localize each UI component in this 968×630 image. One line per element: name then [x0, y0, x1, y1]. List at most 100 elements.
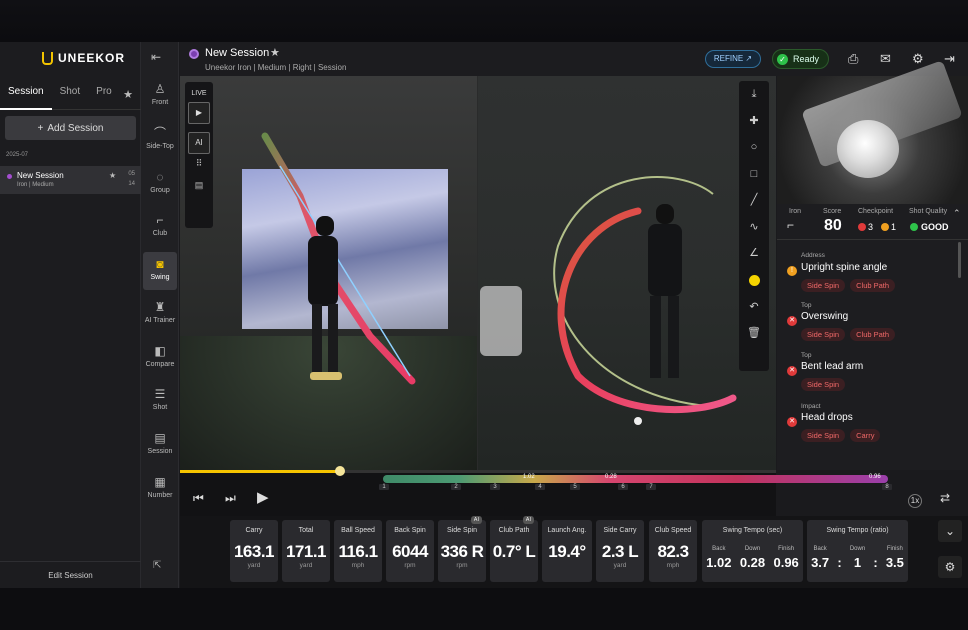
play-icon[interactable]: ▶: [257, 488, 269, 506]
step-forward-icon[interactable]: ⏭: [225, 491, 236, 506]
phase-tick[interactable]: 2: [451, 484, 461, 490]
phase-tick[interactable]: 1: [379, 484, 389, 490]
video-front-view[interactable]: LIVE ▶ AI ⠿ ▤: [180, 76, 477, 470]
phase-tick[interactable]: 4: [535, 484, 545, 490]
swing-phase-bar[interactable]: 1.02 0.28 0.96: [383, 474, 888, 483]
club-impact-view[interactable]: [777, 60, 968, 204]
speed-button[interactable]: 1x: [908, 494, 922, 508]
stat-unit: mph: [666, 562, 680, 569]
analysis-scrollbar[interactable]: [958, 242, 961, 278]
checkpoint-counts: 31: [858, 222, 896, 232]
rectangle-tool-icon[interactable]: □: [739, 161, 769, 188]
drawing-toolbar: ⤓ ✚ ○ □ ╱ ∿ ∠ ↶ 🗑: [739, 81, 769, 371]
shot-quality-value: GOOD: [921, 222, 949, 232]
replay-icon[interactable]: ▶: [188, 102, 210, 124]
ratio-separator: :: [837, 555, 842, 570]
error-icon: ✕: [787, 316, 797, 326]
session-icon: ▤: [154, 431, 166, 445]
nav-side-top[interactable]: ⌒ Side-Top: [141, 126, 179, 150]
refine-button[interactable]: REFINE ↗: [705, 50, 761, 68]
stat-side-carry: Side Carry 2.3 Lyard: [596, 520, 644, 582]
color-picker-icon[interactable]: [748, 274, 760, 286]
external-link-icon[interactable]: ⇱: [153, 560, 161, 571]
feedback-icon[interactable]: ✉: [880, 51, 891, 67]
tag: Side Spin: [801, 328, 846, 341]
add-session-button[interactable]: + Add Session: [5, 116, 136, 140]
left-panel: UNEEKOR Session Shot Pro ★ + Add Session …: [0, 42, 141, 588]
stats-overlay-icon[interactable]: ▤: [188, 180, 210, 198]
stat-value: 116.1: [338, 542, 378, 561]
session-list-item[interactable]: New Session Iron | Medium ★ 05 14: [0, 166, 141, 194]
favorite-star-icon[interactable]: ★: [270, 46, 280, 59]
step-back-icon[interactable]: ⏮: [193, 491, 204, 506]
chevron-up-icon[interactable]: ⌃: [953, 208, 961, 219]
collapse-panel-icon[interactable]: ⇤: [151, 50, 161, 64]
brand-name: UNEEKOR: [58, 51, 126, 65]
tab-shot[interactable]: Shot: [52, 80, 89, 110]
camera-icon: ◙: [156, 257, 164, 271]
ai-overlay-toggle[interactable]: AI: [188, 132, 210, 154]
phase-tick[interactable]: 6: [618, 484, 628, 490]
loop-icon[interactable]: ⇄: [940, 491, 950, 505]
gear-icon[interactable]: ⚙: [912, 51, 924, 67]
left-tabs: Session Shot Pro ★: [0, 80, 141, 110]
footprint-icon[interactable]: ⠿: [188, 158, 210, 176]
angle-tool-icon[interactable]: ∠: [739, 240, 769, 267]
phase-tick[interactable]: 3: [490, 484, 500, 490]
nav-group[interactable]: ◌ Group: [141, 170, 179, 194]
score-value: 80: [824, 217, 842, 234]
download-icon[interactable]: ⤓: [739, 81, 769, 108]
nav-shot[interactable]: ☰ Shot: [141, 387, 179, 411]
star-icon[interactable]: ★: [109, 171, 116, 180]
circle-tool-icon[interactable]: ○: [739, 134, 769, 161]
club-label: Iron: [789, 208, 802, 215]
group-icon: ◌: [156, 170, 164, 184]
stat-unit: yard: [247, 562, 261, 569]
nav-number[interactable]: ▦ Number: [141, 475, 179, 499]
add-marker-icon[interactable]: ✚: [739, 108, 769, 135]
feedback-phase: Address: [801, 252, 825, 259]
stat-label: Back Spin: [394, 527, 426, 534]
nav-side-top-label: Side-Top: [146, 143, 174, 150]
undo-icon[interactable]: ↶: [739, 294, 769, 321]
tempo-label: Down: [744, 546, 761, 552]
stat-unit: rpm: [456, 562, 468, 569]
live-label: LIVE: [191, 90, 207, 97]
phase-tick[interactable]: 7: [646, 484, 656, 490]
tab-session[interactable]: Session: [0, 80, 52, 110]
nav-swing[interactable]: ◙ Swing: [143, 252, 177, 290]
nav-ai-trainer[interactable]: ♜ AI Trainer: [141, 300, 179, 324]
stat-club-speed: Club Speed 82.3 mph: [649, 520, 697, 582]
club-icon: ⌐: [156, 213, 164, 227]
stats-settings-icon[interactable]: ⚙: [938, 556, 962, 578]
swing-analysis-panel: Iron ⌐ Score 80 Checkpoint 31 Shot Quali…: [777, 204, 968, 470]
feedback-tags: Side Spin Carry: [801, 429, 881, 442]
tab-pro[interactable]: Pro: [88, 80, 120, 110]
freehand-tool-icon[interactable]: ∿: [739, 214, 769, 241]
check-icon: ✓: [777, 53, 788, 65]
tempo-label: Finish: [778, 546, 795, 552]
edit-session-button[interactable]: Edit Session: [0, 561, 141, 588]
favorite-filter-icon[interactable]: ★: [123, 88, 133, 101]
progress-handle[interactable]: [335, 466, 345, 476]
ratio-separator: :: [873, 555, 878, 570]
phase-tick[interactable]: 5: [570, 484, 580, 490]
checkpoint-label: Checkpoint: [858, 208, 894, 215]
playback-timeline: 1.02 0.28 0.96 1 2 3 4 5 6 7 8 ⏮ ⏭ ▶ 1x …: [180, 466, 950, 516]
collapse-stats-icon[interactable]: ⌄: [938, 520, 962, 542]
video-side-view[interactable]: [478, 76, 776, 470]
refine-label: REFINE: [713, 54, 744, 63]
nav-front[interactable]: ♙ Front: [141, 82, 179, 106]
trash-icon[interactable]: 🗑: [739, 320, 769, 347]
playback-progress[interactable]: [180, 466, 776, 476]
phase-tick[interactable]: 8: [882, 484, 892, 490]
nav-club[interactable]: ⌐ Club: [141, 213, 179, 237]
side-swing-overlay: [480, 176, 737, 425]
nav-compare[interactable]: ◧ Compare: [141, 344, 179, 368]
report-icon[interactable]: ⎙: [848, 51, 858, 67]
logout-icon[interactable]: ⇥: [944, 51, 955, 67]
feedback-tags: Side Spin: [801, 378, 846, 391]
swing-video-area[interactable]: LIVE ▶ AI ⠿ ▤ ⤓ ✚ ○ □ ╱ ∿ ∠ ↶ 🗑: [180, 76, 776, 470]
nav-session[interactable]: ▤ Session: [141, 431, 179, 455]
line-tool-icon[interactable]: ╱: [739, 187, 769, 214]
